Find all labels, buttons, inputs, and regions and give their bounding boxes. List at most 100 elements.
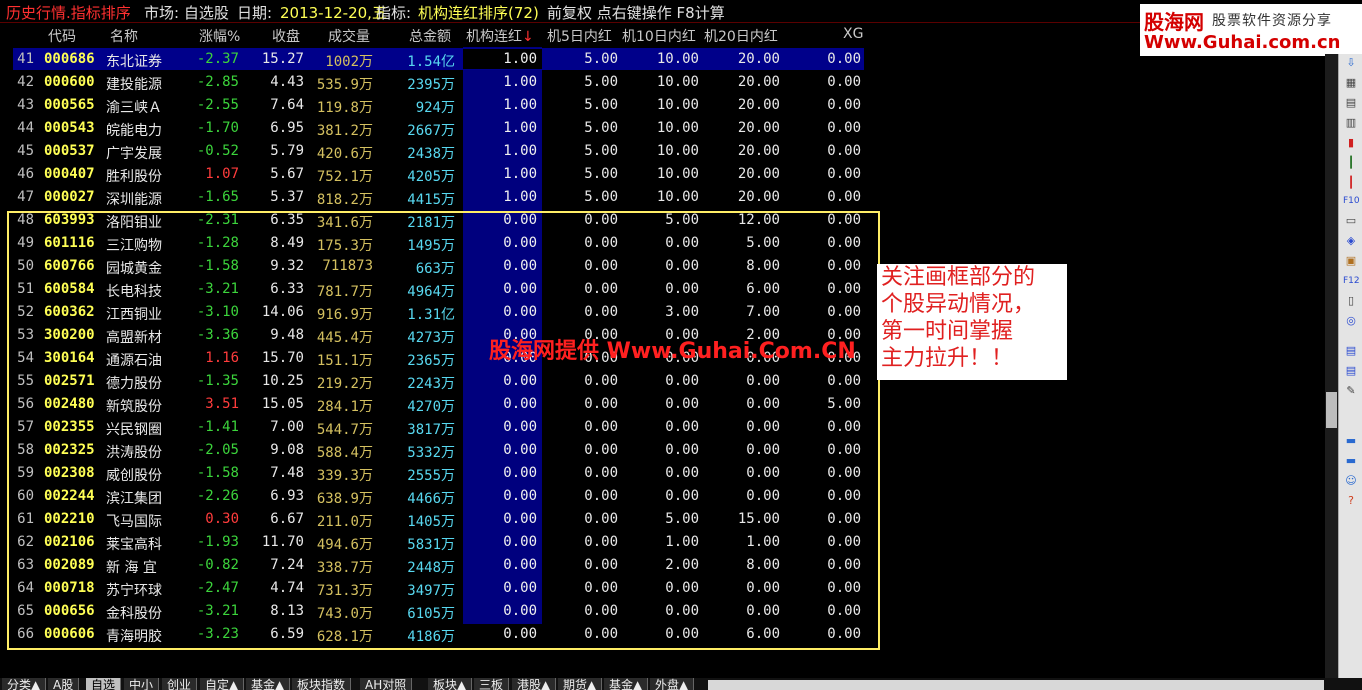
arrow-down-icon[interactable]: ⇩ [1343,56,1359,70]
list-icon[interactable]: ▥ [1343,116,1359,130]
vertical-scrollbar[interactable] [1325,54,1338,690]
change-percent-cell: -1.70 [196,120,239,136]
amount-cell: 2395万 [407,77,455,93]
table-row[interactable]: 44 000543 皖能电力 -1.70 6.95 381.2万 2667万 1.00 5.00… [0,117,870,140]
stock-code-cell: 000686 [44,51,95,67]
market-tab[interactable]: 基金▲ [246,678,291,690]
col-header-d20[interactable]: 机20日内红 [704,26,778,46]
col-header-d10[interactable]: 机10日内红 [622,26,696,46]
volume-cell: 420.6万 [316,146,373,162]
candle-icon[interactable]: ┃ [1343,156,1359,170]
table-icon[interactable]: ▤ [1343,96,1359,110]
xg-value-cell: 0.00 [827,189,861,205]
change-percent-cell: -2.85 [196,74,239,90]
xg-value-cell: 0.00 [827,51,861,67]
close-price-cell: 5.37 [270,189,304,205]
col-header-amount[interactable]: 总金额 [409,26,451,46]
amount-cell: 4205万 [407,169,455,185]
help-icon[interactable]: ? [1343,494,1359,508]
date-label: 日期: [237,4,273,22]
market-tab[interactable]: 中小 [124,678,160,690]
circle-icon[interactable]: ◎ [1343,314,1359,328]
xg-value-cell: 0.00 [827,97,861,113]
date-value[interactable]: 2013-12-20,五 [280,2,387,23]
stock-code-cell: 000537 [44,143,95,159]
row-number-cell: 46 [17,166,34,182]
doc-icon[interactable]: ▯ [1343,294,1359,308]
inst-20d-red-cell: 20.00 [737,120,780,136]
window-title: 历史行情.指标排序 [6,4,131,22]
logo-slogan: 股票软件资源分享 [1212,13,1332,29]
f12-icon[interactable]: F12 [1343,274,1360,288]
highlight-frame [7,211,880,650]
col-header-volume[interactable]: 成交量 [328,26,370,46]
table-row[interactable]: 47 000027 深圳能源 -1.65 5.37 818.2万 4415万 1.00 5.00… [0,186,870,209]
change-percent-cell: -2.37 [196,51,239,67]
market-label[interactable]: 市场: 自选股 [144,2,229,23]
market-tab[interactable]: 基金▲ [604,678,649,690]
inst-10d-red-cell: 10.00 [656,166,699,182]
stock-name-cell: 深圳能源 [106,192,162,208]
table-row[interactable]: 45 000537 广宇发展 -0.52 5.79 420.6万 2438万 1.00 5.00… [0,140,870,163]
close-price-cell: 15.27 [261,51,304,67]
col-header-red[interactable]: 机构连红↓ [466,26,534,46]
col-header-code[interactable]: 代码 [48,26,76,46]
note-icon[interactable]: ▭ [1343,214,1359,228]
table-row[interactable]: 41 000686 东北证券 -2.37 15.27 1002万 1.54亿 1.00 5.00… [0,48,870,71]
market-tab[interactable]: 自选 [86,678,122,690]
table-row[interactable]: 42 000600 建投能源 -2.85 4.43 535.9万 2395万 1.00 5.00… [0,71,870,94]
annotation-line: 第一时间掌握 [881,319,1014,344]
market-tab[interactable]: 期货▲ [558,678,603,690]
candle-red-icon[interactable]: ┃ [1343,176,1359,190]
edit-icon[interactable]: ✎ [1343,384,1359,398]
inst-5d-red-cell: 5.00 [584,74,618,90]
folder2-icon[interactable]: ▬ [1343,454,1359,468]
market-tab[interactable]: 板块指数 [292,678,352,690]
col-header-change[interactable]: 涨幅% [199,26,240,46]
page-icon[interactable]: ▤ [1343,344,1359,358]
market-tab[interactable]: 港股▲ [512,678,557,690]
market-tab[interactable]: 分类▲ [2,678,47,690]
market-tab[interactable]: 创业 [162,678,198,690]
market-tab[interactable]: 自定▲ [200,678,245,690]
right-toolbar: ⇩ ▦ ▤ ▥ ▮ ┃ ┃ F10 ▭ ◈ ▣ F12 ▯ ◎ ▤ ▤ ✎ ▬ … [1338,54,1362,690]
folder-icon[interactable]: ▬ [1343,434,1359,448]
volume-cell: 818.2万 [316,192,373,208]
fund-icon[interactable]: ◈ [1343,234,1359,248]
amount-cell: 2438万 [407,146,455,162]
annotation-line: 主力拉升！！ [881,346,1014,371]
inst-20d-red-cell: 20.00 [737,74,780,90]
table-row[interactable]: 46 000407 胜利股份 1.07 5.67 752.1万 4205万 1.00 5.00 1… [0,163,870,186]
bar-chart-icon[interactable]: ▮ [1343,136,1359,150]
col-header-d5[interactable]: 机5日内红 [547,26,612,46]
person-icon[interactable]: ☺ [1343,474,1359,488]
vertical-scroll-thumb[interactable] [1326,392,1337,428]
inst-red-streak-cell: 1.00 [503,166,537,182]
market-tab[interactable]: 板块▲ [428,678,473,690]
sort-desc-icon: ↓ [522,29,534,45]
market-tab[interactable]: 外盘▲ [650,678,695,690]
market-tab[interactable]: AH对照 [360,678,413,690]
inst-10d-red-cell: 10.00 [656,143,699,159]
volume-cell: 535.9万 [316,77,373,93]
col-header-close[interactable]: 收盘 [272,26,300,46]
f10-icon[interactable]: F10 [1343,194,1360,208]
volume-cell: 119.8万 [316,100,373,116]
book-icon[interactable]: ▣ [1343,254,1359,268]
col-header-xg[interactable]: XG [843,26,863,46]
inst-10d-red-cell: 10.00 [656,97,699,113]
operation-hints: 前复权 点右键操作 F8计算 [547,4,725,22]
amount-cell: 1.54亿 [407,54,455,70]
col-header-name[interactable]: 名称 [110,26,138,46]
indicator-value[interactable]: 机构连红排序(72) [418,2,539,23]
col-header-red-label: 机构连红 [466,29,522,45]
market-tab[interactable]: A股 [48,678,80,690]
horizontal-scrollbar[interactable] [708,680,1324,690]
market-tab[interactable]: 三板 [474,678,510,690]
close-price-cell: 7.64 [270,97,304,113]
grid-icon[interactable]: ▦ [1343,76,1359,90]
inst-red-streak-cell: 1.00 [503,51,537,67]
page2-icon[interactable]: ▤ [1343,364,1359,378]
stock-name-cell: 胜利股份 [106,169,162,185]
table-row[interactable]: 43 000565 渝三峡Ａ -2.55 7.64 119.8万 924万 1.00 5.00 1… [0,94,870,117]
